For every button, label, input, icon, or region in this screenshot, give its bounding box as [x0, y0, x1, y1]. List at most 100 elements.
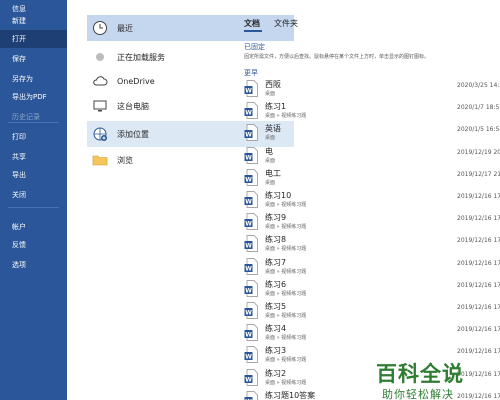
clock-icon: [91, 19, 109, 37]
file-name: 电: [265, 147, 273, 156]
word-document-icon: W: [244, 258, 258, 275]
word-document-icon: W: [244, 346, 258, 363]
file-path: 桌面: [265, 180, 276, 186]
file-row[interactable]: W 电工桌面 2019/12/17 21: [242, 167, 500, 189]
svg-text:W: W: [245, 131, 252, 138]
file-date: 2019/12/16 17: [457, 193, 500, 200]
file-path: 桌面 » 视频练习题: [265, 113, 307, 119]
file-path: 桌面 » 视频练习题: [265, 291, 307, 297]
file-name: 练习5: [265, 302, 287, 311]
file-path: 桌面: [265, 135, 276, 141]
file-path: 桌面: [265, 158, 276, 164]
word-document-icon: W: [244, 391, 258, 400]
file-row[interactable]: W 西阪 桌面 2020/3/25 14:2: [242, 78, 500, 100]
svg-text:W: W: [245, 242, 252, 249]
nav-item-6: 历史记录: [12, 113, 40, 121]
nav-item-10[interactable]: 关闭: [0, 186, 67, 204]
file-name: 练习4: [265, 324, 287, 333]
svg-text:W: W: [245, 287, 252, 294]
file-row[interactable]: W 练习5 桌面 » 视频练习题 2019/12/16 17: [242, 300, 500, 322]
file-name: 练习题10答案: [265, 391, 316, 400]
file-date: 2020/1/5 16:58: [457, 126, 500, 133]
file-name: 练习6: [265, 280, 287, 289]
nav-item-4[interactable]: 另存为: [0, 70, 67, 88]
location-label: 正在加载服务: [117, 52, 165, 62]
nav-item-3[interactable]: 保存: [0, 50, 67, 68]
file-row[interactable]: W 练习4 桌面 » 视频练习题 2019/12/16 17: [242, 322, 500, 344]
location-label: 浏览: [117, 155, 133, 165]
nav-item-7[interactable]: 打印: [0, 128, 67, 146]
location-label: OneDrive: [117, 76, 155, 86]
file-date: 2019/12/17 21: [457, 171, 500, 178]
svg-text:W: W: [245, 331, 252, 338]
file-date: 2019/12/16 17: [457, 304, 500, 311]
nav-item-5[interactable]: 导出为PDF: [0, 88, 67, 106]
word-document-icon: W: [244, 169, 258, 186]
svg-text:W: W: [245, 220, 252, 227]
tab-documents[interactable]: 文档: [244, 18, 260, 29]
folder-icon: [91, 151, 109, 169]
word-document-icon: W: [244, 147, 258, 164]
file-row[interactable]: W 练习8 桌面 » 视频练习题 2019/12/16 17: [242, 233, 500, 255]
word-document-icon: W: [244, 124, 258, 141]
svg-text:W: W: [245, 176, 252, 183]
nav-item-13[interactable]: 选项: [0, 256, 67, 274]
file-row[interactable]: W 练习1 桌面 » 视频练习题 2020/1/7 18:52: [242, 100, 500, 122]
file-row[interactable]: W 练习9 桌面 » 视频练习题 2019/12/16 17: [242, 211, 500, 233]
cloud-icon: [91, 72, 109, 90]
watermark-subtitle: 助你轻松解决: [382, 388, 454, 400]
earlier-heading: 更早: [244, 69, 258, 77]
add-location-icon: [91, 125, 109, 143]
word-document-icon: W: [244, 235, 258, 252]
tab-folders[interactable]: 文件夹: [274, 18, 298, 29]
file-path: 桌面 » 视频练习题: [265, 357, 307, 363]
nav-item-9[interactable]: 导出: [0, 166, 67, 184]
file-date: 2019/12/16 17: [457, 237, 500, 244]
svg-text:W: W: [245, 154, 252, 161]
loading-dot-icon: [91, 48, 109, 66]
word-document-icon: W: [244, 191, 258, 208]
location-label: 添加位置: [117, 129, 149, 139]
file-name: 练习9: [265, 213, 287, 222]
file-path: 桌面 » 视频练习题: [265, 335, 307, 341]
file-date: 2019/12/16 17: [457, 260, 500, 267]
word-document-icon: W: [244, 80, 258, 97]
svg-text:W: W: [245, 353, 252, 360]
file-path: 桌面 » 视频练习题: [265, 224, 307, 230]
svg-text:W: W: [245, 198, 252, 205]
file-row[interactable]: W 电桌面 2019/12/19 20: [242, 145, 500, 167]
word-document-icon: W: [244, 302, 258, 319]
backstage-nav: 信息 新建 打开 保存 另存为 导出为PDF 历史记录 打印 共享 导出 关闭 帐户 反馈 选项: [0, 0, 67, 400]
file-row[interactable]: W 练习10 桌面 » 视频练习题 2019/12/16 17: [242, 189, 500, 211]
file-path: 桌面 » 视频练习题: [265, 202, 307, 208]
file-name: 电工: [265, 169, 281, 178]
file-name: 英语: [265, 124, 281, 133]
nav-item-8[interactable]: 共享: [0, 148, 67, 166]
file-path: 桌面 » 视频练习题: [265, 380, 307, 386]
nav-separator: [8, 122, 59, 123]
file-name: 练习10: [265, 191, 292, 200]
nav-separator: [8, 207, 59, 208]
file-name: 练习1: [265, 102, 287, 111]
nav-item-11[interactable]: 帐户: [0, 218, 67, 236]
file-name: 练习2: [265, 369, 287, 378]
nav-item-12[interactable]: 反馈: [0, 236, 67, 254]
file-row[interactable]: W 练习6 桌面 » 视频练习题 2019/12/16 17: [242, 278, 500, 300]
file-row[interactable]: W 英语桌面 2020/1/5 16:58: [242, 122, 500, 144]
file-date: 2019/12/19 20: [457, 149, 500, 156]
svg-text:W: W: [245, 376, 252, 383]
file-name: 西阪: [265, 80, 281, 89]
file-row[interactable]: W 练习7 桌面 » 视频练习题 2019/12/16 17: [242, 256, 500, 278]
file-date: 2020/3/25 14:2: [457, 82, 500, 89]
file-panel: 文档 文件夹 已固定 固定所需文件，方便以后查找。鼠标悬停在某个文件上方时，单击…: [232, 0, 500, 400]
file-date: 2019/12/16 17: [457, 282, 500, 289]
nav-item-1[interactable]: 新建: [0, 12, 67, 30]
active-tab-indicator: [244, 30, 262, 32]
svg-text:W: W: [245, 265, 252, 272]
svg-text:W: W: [245, 109, 252, 116]
file-path: 桌面 » 视频练习题: [265, 269, 307, 275]
nav-item-2[interactable]: 打开: [0, 30, 67, 48]
file-path: 桌面 » 视频练习题: [265, 313, 307, 319]
location-label: 这台电脑: [117, 101, 149, 111]
location-label: 最近: [117, 23, 133, 33]
